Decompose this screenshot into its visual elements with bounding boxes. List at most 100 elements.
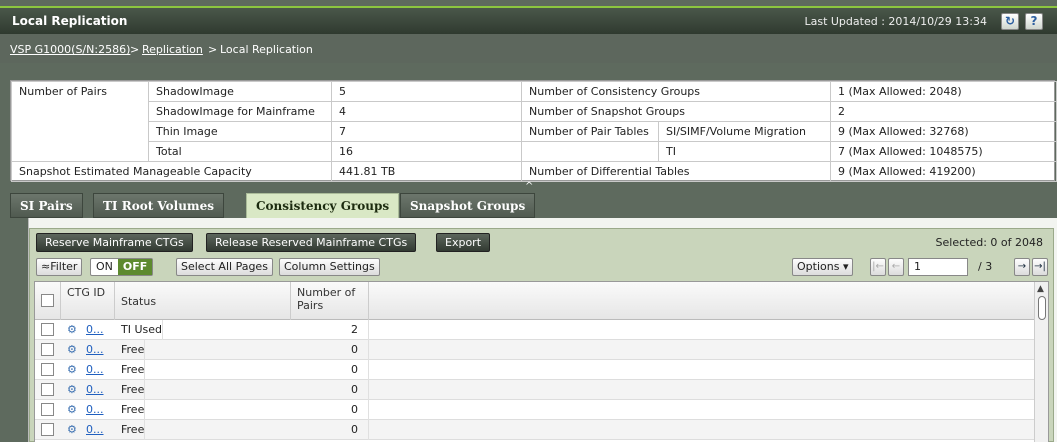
column-settings-button[interactable]: Column Settings	[279, 258, 380, 276]
number-of-pairs-header[interactable]: Number of Pairs	[291, 282, 369, 320]
status-cell: TI Used	[121, 320, 163, 340]
shadowimage-value: 5	[331, 81, 522, 102]
differential-tables-label: Number of Differential Tables	[520, 161, 832, 182]
vertical-scrollbar[interactable]: ▲	[1034, 282, 1048, 442]
grid-toolbar: ≈Filter ON OFF Select All Pages Column Se…	[34, 258, 1051, 278]
total-value: 16	[331, 141, 522, 162]
consistency-groups-value: 1 (Max Allowed: 2048)	[830, 81, 1057, 102]
ctg-id-link[interactable]: 0...	[86, 420, 104, 439]
consistency-group-icon: ⚙	[67, 403, 77, 416]
status-header[interactable]: Status	[115, 282, 291, 320]
thin-image-label: Thin Image	[148, 121, 332, 142]
breadcrumb-separator: >	[130, 43, 140, 56]
consistency-group-icon: ⚙	[67, 323, 77, 336]
pairs-cell: 0	[291, 340, 369, 360]
scroll-up-icon[interactable]: ▲	[1037, 284, 1044, 294]
page-total: / 3	[978, 260, 993, 273]
scrollbar-thumb[interactable]	[1038, 296, 1046, 320]
tab-si-pairs[interactable]: SI Pairs	[10, 193, 83, 218]
table-body: ⚙ 0... TI Used 2 ⚙ 0... Free 0 ⚙ 0... Fr…	[35, 320, 1035, 442]
tab-consistency-groups[interactable]: Consistency Groups	[246, 193, 400, 220]
last-page-icon[interactable]: →|	[1032, 258, 1048, 276]
pairs-cell: 0	[291, 420, 369, 440]
ctg-id-link[interactable]: 0...	[86, 380, 104, 399]
pair-tables-label: Number of Pair Tables	[521, 121, 659, 142]
last-updated: Last Updated : 2014/10/29 13:34	[804, 15, 987, 28]
pair-tables-ti-value: 7 (Max Allowed: 1048575)	[830, 141, 1057, 162]
prev-page-icon[interactable]: ←	[888, 258, 904, 276]
pairs-cell: 0	[291, 380, 369, 400]
status-cell: Free	[121, 360, 146, 380]
row-checkbox[interactable]	[41, 343, 54, 356]
summary-table: Number of Pairs ShadowImage 5 Number of …	[11, 81, 1057, 182]
refresh-icon[interactable]: ↻	[1001, 13, 1019, 30]
row-checkbox[interactable]	[41, 423, 54, 436]
consistency-group-icon: ⚙	[67, 363, 77, 376]
next-page-icon[interactable]: →	[1014, 258, 1030, 276]
row-checkbox[interactable]	[41, 403, 54, 416]
filter-button[interactable]: ≈Filter	[36, 258, 83, 276]
breadcrumb-separator: >	[208, 43, 218, 56]
table-row[interactable]: ⚙ 0... Free 0	[35, 420, 1035, 440]
tab-ti-root-volumes[interactable]: TI Root Volumes	[93, 193, 225, 218]
pairs-cell: 0	[291, 400, 369, 420]
ctg-id-link[interactable]: 0...	[86, 340, 104, 359]
snapshot-groups-value: 2	[830, 101, 1057, 122]
table-row[interactable]: ⚙ 0... Free 0	[35, 380, 1035, 400]
breadcrumb-replication-link[interactable]: Replication	[142, 43, 203, 56]
status-cell: Free	[121, 380, 146, 400]
row-checkbox[interactable]	[41, 323, 54, 336]
filter-toggle[interactable]: ON OFF	[90, 258, 154, 276]
breadcrumb-system-link[interactable]: VSP G1000(S/N:2586)	[10, 43, 130, 56]
consistency-group-icon: ⚙	[67, 383, 77, 396]
title-bar: Local Replication Last Updated : 2014/10…	[0, 6, 1057, 34]
table-row[interactable]: ⚙ 0... Free 0	[35, 340, 1035, 360]
release-reserved-ctgs-button[interactable]: Release Reserved Mainframe CTGs	[206, 233, 417, 252]
collapse-chevron-icon[interactable]: ^	[525, 181, 533, 192]
pair-tables-si-label: SI/SIMF/Volume Migration	[657, 121, 832, 142]
consistency-groups-panel: Reserve Mainframe CTGs Release Reserved …	[28, 218, 1057, 442]
help-button[interactable]: ?	[1025, 13, 1043, 30]
pairs-cell: 2	[291, 320, 369, 340]
ctg-id-link[interactable]: 0...	[86, 400, 104, 419]
ctg-id-link[interactable]: 0...	[86, 320, 104, 339]
table-row[interactable]: ⚙ 0... Free 0	[35, 400, 1035, 420]
pair-tables-si-value: 9 (Max Allowed: 32768)	[830, 121, 1057, 142]
page-title: Local Replication	[12, 14, 128, 28]
breadcrumb: VSP G1000(S/N:2586) > Replication > Loca…	[0, 34, 1057, 63]
consistency-group-icon: ⚙	[67, 423, 77, 436]
pairs-cell: 0	[291, 360, 369, 380]
differential-tables-value: 9 (Max Allowed: 419200)	[830, 161, 1057, 182]
pair-tables-ti-label: TI	[657, 141, 832, 162]
select-all-checkbox[interactable]	[41, 294, 54, 307]
first-page-icon[interactable]: |←	[870, 258, 886, 276]
select-all-header	[35, 282, 61, 320]
number-of-pairs-label: Number of Pairs	[11, 81, 149, 162]
select-all-pages-button[interactable]: Select All Pages	[176, 258, 273, 276]
tab-snapshot-groups[interactable]: Snapshot Groups	[400, 193, 536, 218]
status-cell: Free	[121, 400, 146, 420]
selected-count: Selected: 0 of 2048	[935, 236, 1043, 249]
table-header: CTG ID Status Number of Pairs	[35, 282, 1035, 320]
filter-on[interactable]: ON	[91, 259, 118, 275]
ctg-id-header[interactable]: CTG ID	[61, 282, 115, 320]
reserve-mainframe-ctgs-button[interactable]: Reserve Mainframe CTGs	[36, 233, 193, 252]
row-checkbox[interactable]	[41, 383, 54, 396]
table-row[interactable]: ⚙ 0... Free 0	[35, 360, 1035, 380]
snapshot-capacity-label: Snapshot Estimated Manageable Capacity	[11, 161, 332, 182]
options-dropdown[interactable]: Options ▾	[792, 258, 854, 276]
row-checkbox[interactable]	[41, 363, 54, 376]
snapshot-groups-label: Number of Snapshot Groups	[520, 101, 832, 122]
tab-bar: SI Pairs TI Root Volumes Consistency Gro…	[0, 193, 1057, 220]
export-button[interactable]: Export	[436, 233, 491, 252]
summary-panel: Number of Pairs ShadowImage 5 Number of …	[10, 80, 1057, 182]
ctg-id-link[interactable]: 0...	[86, 360, 104, 379]
si-mainframe-value: 4	[331, 101, 522, 122]
consistency-groups-label: Number of Consistency Groups	[520, 81, 832, 102]
page-number-input[interactable]: 1	[908, 258, 968, 276]
panel-inner: Reserve Mainframe CTGs Release Reserved …	[29, 228, 1054, 442]
table-row[interactable]: ⚙ 0... TI Used 2	[35, 320, 1035, 340]
filter-off[interactable]: OFF	[117, 259, 153, 275]
snapshot-capacity-value: 441.81 TB	[331, 161, 522, 182]
total-label: Total	[148, 141, 332, 162]
